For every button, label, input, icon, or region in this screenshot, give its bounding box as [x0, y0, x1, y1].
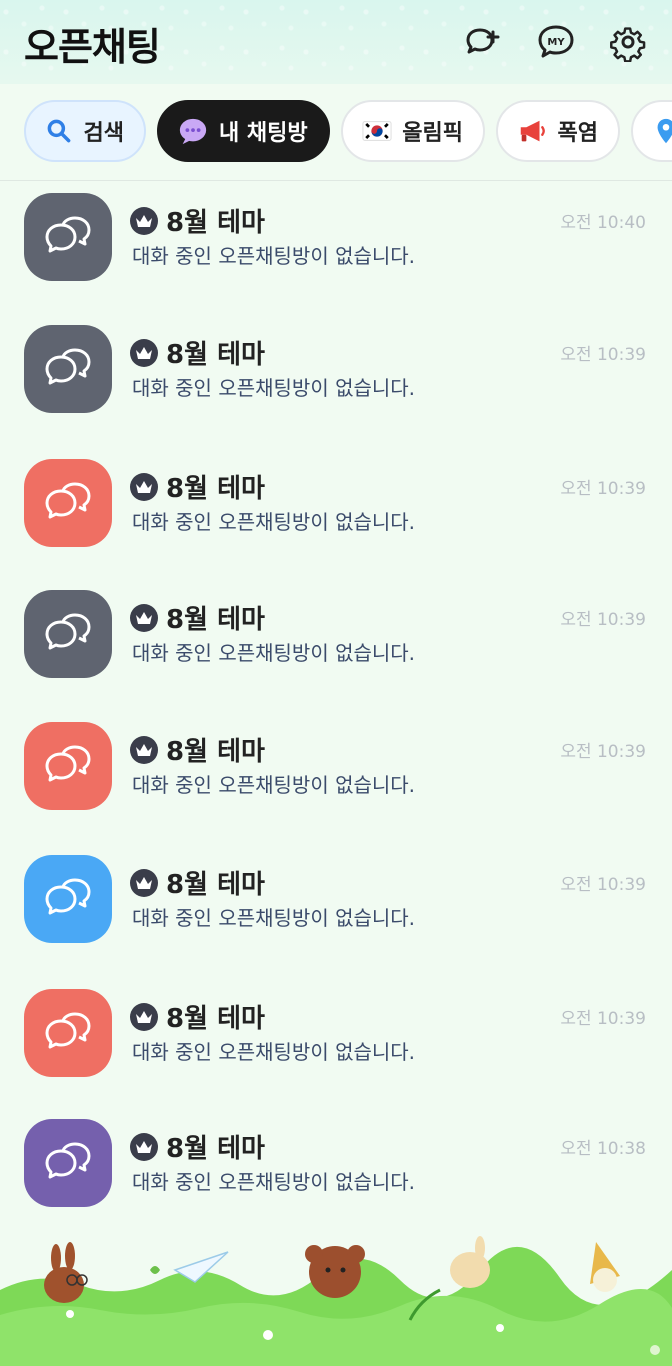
chat-bubbles-icon: [45, 482, 91, 519]
chat-bubbles-icon: [45, 348, 91, 385]
chat-room-row[interactable]: 8월 테마대화 중인 오픈채팅방이 없습니다. 오전 10:39: [0, 844, 672, 954]
room-title-text: 8월 테마: [166, 605, 265, 635]
korea-flag-icon: [361, 115, 392, 147]
chat-room-row[interactable]: 8월 테마대화 중인 오픈채팅방이 없습니다. 오전 10:40: [0, 182, 672, 292]
room-title: 8월 테마: [130, 468, 265, 505]
room-avatar: [24, 590, 112, 678]
room-subtitle: 대화 중인 오픈채팅방이 없습니다.: [132, 773, 416, 797]
bunny-icon: [44, 1242, 88, 1303]
chat-bubbles-icon: [45, 878, 91, 915]
divider: [0, 180, 672, 181]
room-time: 오전 10:39: [560, 875, 646, 895]
room-subtitle: 대화 중인 오픈채팅방이 없습니다.: [132, 906, 416, 930]
room-avatar: [24, 1119, 112, 1207]
room-time: 오전 10:39: [560, 345, 646, 365]
my-label: MY: [547, 37, 565, 48]
room-title-text: 8월 테마: [166, 870, 265, 900]
room-title-text: 8월 테마: [166, 737, 265, 767]
search-icon: [44, 115, 74, 147]
chip-heatwave[interactable]: 폭염: [496, 100, 620, 162]
crown-icon: [130, 868, 158, 897]
crown-icon: [130, 1002, 158, 1031]
room-title-text: 8월 테마: [166, 1004, 265, 1034]
crown-icon: [130, 206, 158, 235]
room-time: 오전 10:39: [560, 1009, 646, 1029]
megaphone-icon: [516, 115, 548, 147]
crown-icon: [130, 472, 158, 501]
room-time: 오전 10:40: [560, 213, 646, 233]
chip-olympics-label: 올림픽: [402, 121, 463, 146]
chat-room-row[interactable]: 8월 테마대화 중인 오픈채팅방이 없습니다. 오전 10:39: [0, 978, 672, 1088]
chip-location[interactable]: [631, 100, 672, 162]
room-time: 오전 10:38: [560, 1139, 646, 1159]
room-subtitle: 대화 중인 오픈채팅방이 없습니다.: [132, 510, 416, 534]
room-title: 8월 테마: [130, 599, 265, 636]
chip-heatwave-label: 폭염: [557, 121, 598, 146]
room-title: 8월 테마: [130, 998, 265, 1035]
chip-search[interactable]: 검색: [24, 100, 146, 162]
puppy-icon: [450, 1236, 490, 1288]
room-title: 8월 테마: [130, 334, 265, 371]
room-title-text: 8월 테마: [166, 1134, 265, 1164]
room-subtitle: 대화 중인 오픈채팅방이 없습니다.: [132, 376, 416, 400]
room-title: 8월 테마: [130, 864, 265, 901]
ice-cream-icon: [590, 1242, 620, 1292]
chat-room-row[interactable]: 8월 테마대화 중인 오픈채팅방이 없습니다. 오전 10:39: [0, 711, 672, 821]
room-title: 8월 테마: [130, 202, 265, 239]
room-avatar: [24, 459, 112, 547]
room-time: 오전 10:39: [560, 742, 646, 762]
chip-my-chats-label: 내 채팅방: [219, 121, 308, 146]
location-pin-icon: [651, 115, 672, 147]
room-time: 오전 10:39: [560, 479, 646, 499]
crown-icon: [130, 1132, 158, 1161]
room-title-text: 8월 테마: [166, 340, 265, 370]
open-chat-screen: 오픈채팅 MY 검색 내 채팅방 올림픽 폭염 8월 테마 대화 중인 오픈채팅…: [0, 0, 672, 1366]
room-time: 오전 10:39: [560, 610, 646, 630]
my-profile-icon[interactable]: MY: [534, 20, 578, 64]
crown-icon: [130, 603, 158, 632]
room-subtitle: 대화 중인 오픈채팅방이 없습니다.: [132, 244, 416, 268]
footer-illustration: [0, 1236, 672, 1366]
chat-bubbles-icon: [45, 216, 91, 253]
room-title-text: 8월 테마: [166, 474, 265, 504]
crown-icon: [130, 338, 158, 367]
add-chat-icon[interactable]: [460, 20, 504, 64]
chip-olympics[interactable]: 올림픽: [341, 100, 485, 162]
room-subtitle: 대화 중인 오픈채팅방이 없습니다.: [132, 641, 416, 665]
room-avatar: [24, 855, 112, 943]
page-title: 오픈채팅: [24, 25, 161, 69]
room-avatar: [24, 989, 112, 1077]
room-subtitle: 대화 중인 오픈채팅방이 없습니다.: [132, 1040, 416, 1064]
chat-room-row[interactable]: 8월 테마대화 중인 오픈채팅방이 없습니다. 오전 10:39: [0, 314, 672, 424]
chat-room-row[interactable]: 8월 테마대화 중인 오픈채팅방이 없습니다. 오전 10:38: [0, 1108, 672, 1218]
chat-bubble-icon: [177, 115, 209, 147]
crown-icon: [130, 735, 158, 764]
chat-room-row[interactable]: 8월 테마대화 중인 오픈채팅방이 없습니다. 오전 10:39: [0, 448, 672, 558]
chip-my-chats[interactable]: 내 채팅방: [157, 100, 330, 162]
settings-icon[interactable]: [606, 20, 650, 64]
room-title: 8월 테마: [130, 731, 265, 768]
room-avatar: [24, 722, 112, 810]
room-subtitle: 대화 중인 오픈채팅방이 없습니다.: [132, 1170, 416, 1194]
room-avatar: [24, 193, 112, 281]
room-title-text: 8월 테마: [166, 208, 265, 238]
header: 오픈채팅 MY: [0, 0, 672, 84]
room-avatar: [24, 325, 112, 413]
chat-bubbles-icon: [45, 745, 91, 782]
filter-chips: 검색 내 채팅방 올림픽 폭염: [0, 100, 672, 164]
room-title: 8월 테마: [130, 1128, 265, 1165]
chat-room-row[interactable]: 8월 테마대화 중인 오픈채팅방이 없습니다. 오전 10:39: [0, 579, 672, 689]
chat-bubbles-icon: [45, 1142, 91, 1179]
chat-bubbles-icon: [45, 613, 91, 650]
chip-search-label: 검색: [83, 121, 124, 146]
chat-bubbles-icon: [45, 1012, 91, 1049]
